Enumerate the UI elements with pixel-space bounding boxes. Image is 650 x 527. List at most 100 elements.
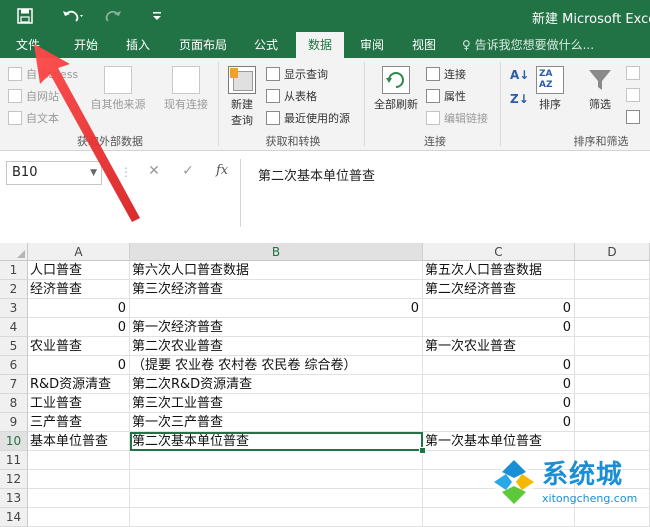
table-cell[interactable] — [130, 489, 423, 508]
table-cell[interactable]: 第一次经济普查 — [130, 318, 423, 337]
selected-cell-b10[interactable]: 第二次基本单位普查 — [130, 432, 423, 451]
undo-icon[interactable] — [58, 6, 88, 26]
row-header[interactable]: 5 — [0, 337, 28, 356]
fill-handle[interactable] — [419, 447, 426, 454]
table-cell[interactable]: 0 — [423, 356, 575, 375]
new-query-button[interactable]: 新建 查询 — [222, 66, 262, 128]
table-cell[interactable] — [130, 508, 423, 527]
table-cell[interactable] — [575, 280, 650, 299]
table-cell[interactable]: 0 — [28, 356, 130, 375]
from-table-button[interactable]: 从表格 — [266, 88, 317, 104]
tab-data[interactable]: 数据 — [296, 32, 344, 58]
tab-home[interactable]: 开始 — [62, 32, 110, 58]
table-cell[interactable]: 农业普查 — [28, 337, 130, 356]
properties-button[interactable]: 属性 — [426, 88, 466, 104]
table-cell[interactable]: 0 — [423, 299, 575, 318]
redo-icon[interactable] — [100, 6, 130, 26]
sort-ascending-icon[interactable]: A↓ — [510, 68, 529, 82]
row-header[interactable]: 3 — [0, 299, 28, 318]
tab-view[interactable]: 视图 — [402, 32, 446, 58]
row-header[interactable]: 8 — [0, 394, 28, 413]
tell-me-search[interactable]: ♀ 告诉我您想要做什么... — [462, 32, 594, 58]
insert-function-button[interactable]: fx — [216, 163, 228, 178]
table-cell[interactable] — [28, 508, 130, 527]
tab-page-layout[interactable]: 页面布局 — [170, 32, 236, 58]
from-web-button[interactable]: 自网站 — [8, 88, 59, 104]
sort-button[interactable]: ZA AZ 排序 — [530, 66, 570, 112]
table-cell[interactable] — [575, 337, 650, 356]
table-cell[interactable] — [28, 470, 130, 489]
sort-descending-icon[interactable]: Z↓ — [510, 92, 529, 106]
table-cell[interactable]: 0 — [423, 318, 575, 337]
row-header[interactable]: 11 — [0, 451, 28, 470]
table-cell[interactable] — [575, 394, 650, 413]
tab-file[interactable]: 文件 — [6, 32, 50, 58]
table-cell[interactable]: 第五次人口普查数据 — [423, 261, 575, 280]
select-all-button[interactable] — [0, 243, 28, 261]
cancel-entry-button[interactable]: ✕ — [144, 163, 164, 179]
customize-qat-icon[interactable] — [148, 6, 166, 26]
filter-button[interactable]: 筛选 — [580, 66, 620, 112]
row-header[interactable]: 12 — [0, 470, 28, 489]
row-header[interactable]: 14 — [0, 508, 28, 527]
column-header-b[interactable]: B — [130, 243, 423, 261]
table-cell[interactable]: 三产普查 — [28, 413, 130, 432]
table-cell[interactable] — [130, 451, 423, 470]
column-header-d[interactable]: D — [575, 243, 650, 261]
row-header[interactable]: 7 — [0, 375, 28, 394]
table-cell[interactable] — [28, 451, 130, 470]
reapply-filter-icon[interactable] — [626, 88, 644, 102]
table-cell[interactable]: 0 — [28, 318, 130, 337]
name-box[interactable]: B10 ▼ — [6, 161, 102, 185]
table-cell[interactable]: 第二次农业普查 — [130, 337, 423, 356]
show-queries-button[interactable]: 显示查询 — [266, 66, 328, 82]
row-header[interactable]: 2 — [0, 280, 28, 299]
save-icon[interactable] — [14, 6, 36, 26]
connections-button[interactable]: 连接 — [426, 66, 466, 82]
tab-insert[interactable]: 插入 — [116, 32, 160, 58]
row-header[interactable]: 10 — [0, 432, 28, 451]
table-cell[interactable]: 工业普查 — [28, 394, 130, 413]
table-cell[interactable]: （提要 农业卷 农村卷 农民卷 综合卷） — [130, 356, 423, 375]
table-cell[interactable] — [130, 470, 423, 489]
chevron-down-icon[interactable]: ▼ — [90, 162, 97, 184]
table-cell[interactable]: 0 — [423, 413, 575, 432]
table-cell[interactable]: 第三次工业普查 — [130, 394, 423, 413]
column-header-c[interactable]: C — [423, 243, 575, 261]
refresh-all-button[interactable]: 全部刷新 — [370, 66, 422, 112]
table-cell[interactable]: 第一次三产普查 — [130, 413, 423, 432]
table-cell[interactable] — [28, 489, 130, 508]
enter-button[interactable]: ✓ — [178, 163, 198, 179]
table-cell[interactable]: R&D资源清查 — [28, 375, 130, 394]
table-cell[interactable] — [575, 413, 650, 432]
row-header[interactable]: 6 — [0, 356, 28, 375]
row-header[interactable]: 9 — [0, 413, 28, 432]
table-cell[interactable]: 人口普查 — [28, 261, 130, 280]
row-header[interactable]: 13 — [0, 489, 28, 508]
formula-input[interactable]: 第二次基本单位普查 — [258, 165, 375, 184]
table-cell[interactable]: 基本单位普查 — [28, 432, 130, 451]
table-cell[interactable] — [575, 356, 650, 375]
table-cell[interactable]: 第六次人口普查数据 — [130, 261, 423, 280]
table-cell[interactable]: 第三次经济普查 — [130, 280, 423, 299]
from-access-button[interactable]: 自 Access — [8, 66, 78, 82]
table-cell[interactable] — [575, 318, 650, 337]
from-other-sources-button[interactable]: 自其他来源 — [86, 66, 150, 112]
recent-sources-button[interactable]: 最近使用的源 — [266, 110, 350, 126]
advanced-filter-icon[interactable] — [626, 110, 644, 124]
existing-connections-button[interactable]: 现有连接 — [156, 66, 216, 112]
table-cell[interactable]: 0 — [423, 394, 575, 413]
table-cell[interactable]: 0 — [130, 299, 423, 318]
row-header[interactable]: 4 — [0, 318, 28, 337]
table-cell[interactable] — [575, 375, 650, 394]
clear-filter-icon[interactable] — [626, 66, 644, 80]
tab-review[interactable]: 审阅 — [350, 32, 394, 58]
edit-links-button[interactable]: 编辑链接 — [426, 110, 488, 126]
table-cell[interactable]: 0 — [28, 299, 130, 318]
table-cell[interactable]: 第一次农业普查 — [423, 337, 575, 356]
table-cell[interactable]: 0 — [423, 375, 575, 394]
tab-formulas[interactable]: 公式 — [244, 32, 288, 58]
table-cell[interactable] — [575, 299, 650, 318]
table-cell[interactable] — [575, 261, 650, 280]
column-header-a[interactable]: A — [28, 243, 130, 261]
